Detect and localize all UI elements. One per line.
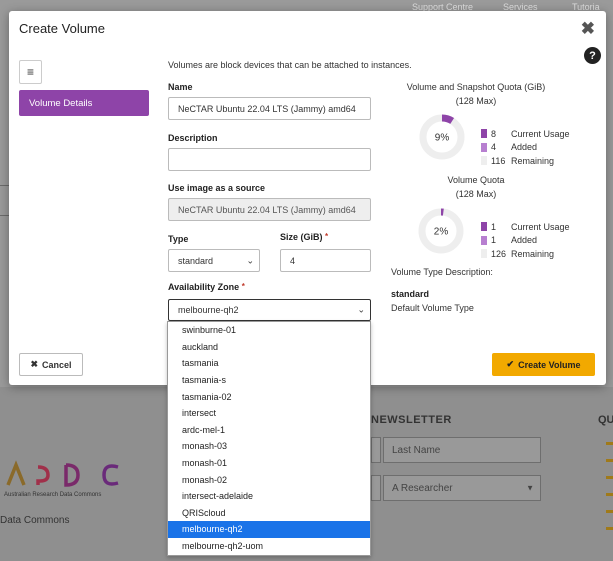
legend-swatch xyxy=(481,222,487,232)
description-label: Description xyxy=(168,133,218,143)
dropdown-option[interactable]: melbourne-qh2-uom xyxy=(168,538,370,555)
bg-first-name-input xyxy=(371,437,381,463)
bg-decoration xyxy=(606,442,613,544)
chevron-down-icon: ⌄ xyxy=(246,255,254,265)
modal-title: Create Volume xyxy=(19,21,105,36)
bg-newsletter-heading: NEWSLETTER xyxy=(371,414,452,426)
dropdown-option[interactable]: QRIScloud xyxy=(168,505,370,522)
dropdown-option[interactable]: monash-02 xyxy=(168,471,370,488)
create-volume-button[interactable]: ✔ Create Volume xyxy=(492,353,595,376)
snapshot-quota-max: (128 Max) xyxy=(455,96,497,106)
dropdown-option[interactable]: monash-03 xyxy=(168,438,370,455)
availability-zone-label: Availability Zone * xyxy=(168,282,245,292)
required-marker: * xyxy=(241,282,245,291)
volume-type-name: standard xyxy=(391,289,430,299)
dropdown-option[interactable]: intersect-adelaide xyxy=(168,488,370,505)
volume-type-description-label: Volume Type Description: xyxy=(391,267,493,277)
menu-toggle-button[interactable]: ≡ xyxy=(19,60,42,84)
name-label: Name xyxy=(168,82,193,92)
size-input[interactable]: 4 xyxy=(280,249,371,272)
bg-quick-heading: QU xyxy=(598,414,613,426)
help-icon[interactable]: ? xyxy=(584,47,601,64)
check-icon: ✔ xyxy=(506,359,515,369)
bg-commons-text: Data Commons xyxy=(0,515,70,526)
dropdown-option[interactable]: intersect xyxy=(168,405,370,422)
size-input-value: 4 xyxy=(290,255,296,266)
availability-zone-options: swinburne-01 auckland tasmania tasmania-… xyxy=(167,321,371,556)
size-label: Size (GiB) * xyxy=(280,232,329,242)
legend-row: 126 Remaining xyxy=(481,247,570,261)
dropdown-option[interactable]: melbourne-qh2 xyxy=(168,521,370,538)
dropdown-option[interactable]: monash-01 xyxy=(168,455,370,472)
dropdown-option[interactable]: swinburne-01 xyxy=(168,322,370,339)
volume-quota-donut: 2% xyxy=(418,208,464,254)
ardc-logo-caption: Australian Research Data Commons xyxy=(4,492,102,498)
required-marker: * xyxy=(325,232,329,241)
bg-role-select: A Researcher ▼ xyxy=(383,475,541,501)
image-source-field: NeCTAR Ubuntu 22.04 LTS (Jammy) amd64 xyxy=(168,198,371,221)
snapshot-quota-percent: 9% xyxy=(435,133,450,144)
snapshot-quota-donut: 9% xyxy=(419,114,465,160)
chevron-down-icon: ▼ xyxy=(526,483,534,493)
hamburger-icon: ≡ xyxy=(26,65,34,79)
legend-row: 4 Added xyxy=(481,141,570,155)
intro-text: Volumes are block devices that can be at… xyxy=(168,60,412,70)
legend-row: 1 Current Usage xyxy=(481,220,570,234)
volume-quota-title: Volume Quota xyxy=(447,175,505,185)
close-icon[interactable]: ✖ xyxy=(581,20,595,37)
availability-zone-value: melbourne-qh2 xyxy=(178,305,239,315)
type-select[interactable]: standard ⌄ xyxy=(168,249,260,272)
legend-swatch xyxy=(481,156,487,166)
legend-swatch xyxy=(481,249,487,259)
volume-quota-percent: 2% xyxy=(434,227,449,238)
legend-row: 8 Current Usage xyxy=(481,127,570,141)
dropdown-option[interactable]: tasmania xyxy=(168,355,370,372)
legend-row: 116 Remaining xyxy=(481,154,570,168)
volume-quota-max: (128 Max) xyxy=(455,189,497,199)
name-input-value: NeCTAR Ubuntu 22.04 LTS (Jammy) amd64 xyxy=(178,103,356,114)
snapshot-quota-title: Volume and Snapshot Quota (GiB) xyxy=(406,82,546,92)
type-label: Type xyxy=(168,234,189,244)
image-source-label: Use image as a source xyxy=(168,183,266,193)
availability-zone-select[interactable]: melbourne-qh2 ⌄ xyxy=(168,299,371,321)
nav-item-volume-details[interactable]: Volume Details xyxy=(19,90,149,116)
snapshot-quota-legend: 8 Current Usage 4 Added 116 Remaining xyxy=(481,127,570,168)
close-icon: ✖ xyxy=(30,359,39,369)
dropdown-option[interactable]: tasmania-s xyxy=(168,372,370,389)
bg-left-select xyxy=(371,475,381,501)
bg-last-name-input: Last Name xyxy=(383,437,541,463)
dropdown-option[interactable]: tasmania-02 xyxy=(168,388,370,405)
image-source-value: NeCTAR Ubuntu 22.04 LTS (Jammy) amd64 xyxy=(178,204,356,215)
dropdown-option[interactable]: auckland xyxy=(168,339,370,356)
cancel-button[interactable]: ✖ Cancel xyxy=(19,353,83,376)
chevron-down-icon: ⌄ xyxy=(357,304,365,315)
legend-swatch xyxy=(481,129,487,139)
create-volume-button-label: Create Volume xyxy=(518,359,581,370)
nav-item-label: Volume Details xyxy=(29,97,93,109)
volume-quota-legend: 1 Current Usage 1 Added 126 Remaining xyxy=(481,220,570,261)
cancel-button-label: Cancel xyxy=(42,359,72,370)
legend-swatch xyxy=(481,142,487,152)
name-input[interactable]: NeCTAR Ubuntu 22.04 LTS (Jammy) amd64 xyxy=(168,97,371,120)
type-select-value: standard xyxy=(178,255,214,266)
legend-row: 1 Added xyxy=(481,234,570,248)
volume-type-default: Default Volume Type xyxy=(391,303,474,313)
dropdown-option[interactable]: ardc-mel-1 xyxy=(168,422,370,439)
legend-swatch xyxy=(481,235,487,245)
description-input[interactable] xyxy=(168,148,371,171)
